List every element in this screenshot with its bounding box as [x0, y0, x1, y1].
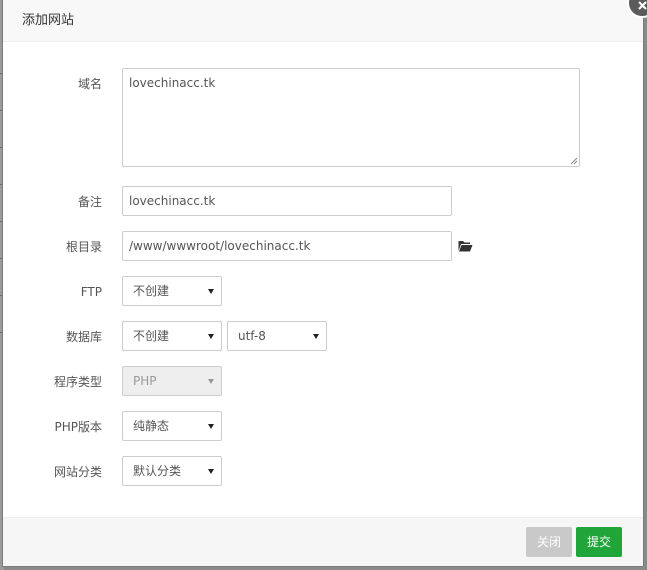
database-label: 数据库: [65, 330, 102, 344]
chevron-down-icon: [208, 424, 214, 429]
program-type-label: 程序类型: [53, 375, 102, 389]
site-category-select[interactable]: 默认分类: [122, 456, 222, 486]
add-site-dialog: 添加网站 域名 lovechinacc.tk 备注 lovechinacc.tk…: [3, 0, 647, 566]
program-type-selected: PHP: [133, 374, 157, 388]
root-dir-input[interactable]: /www/wwwroot/lovechinacc.tk: [122, 231, 452, 261]
root-dir-label: 根目录: [65, 240, 102, 254]
php-version-selected: 纯静态: [133, 419, 170, 433]
chevron-down-icon: [208, 469, 214, 474]
ftp-selected: 不创建: [133, 284, 170, 298]
folder-open-icon[interactable]: [458, 240, 473, 252]
submit-button[interactable]: 提交: [576, 527, 622, 557]
domain-label: 域名: [77, 77, 102, 91]
php-version-select[interactable]: 纯静态: [122, 411, 222, 441]
remark-input[interactable]: lovechinacc.tk: [122, 186, 452, 216]
chevron-down-icon: [208, 289, 214, 294]
ftp-label: FTP: [80, 285, 102, 299]
site-category-label: 网站分类: [53, 465, 102, 479]
program-type-select: PHP: [122, 366, 222, 396]
domain-textarea[interactable]: lovechinacc.tk: [122, 68, 580, 167]
charset-selected: utf-8: [238, 329, 266, 343]
root-dir-value: /www/wwwroot/lovechinacc.tk: [129, 239, 311, 253]
database-selected: 不创建: [133, 329, 170, 343]
remark-label: 备注: [77, 195, 102, 209]
resize-handle-icon[interactable]: [570, 157, 578, 165]
dialog-header: 添加网站: [3, 0, 643, 42]
close-button[interactable]: 关闭: [526, 527, 572, 557]
charset-select[interactable]: utf-8: [227, 321, 327, 351]
php-version-label: PHP版本: [54, 420, 103, 434]
dialog-footer: 关闭 提交: [3, 517, 643, 566]
chevron-down-icon: [208, 334, 214, 339]
chevron-down-icon: [208, 379, 214, 384]
site-category-selected: 默认分类: [133, 464, 182, 478]
ftp-select[interactable]: 不创建: [122, 276, 222, 306]
domain-value: lovechinacc.tk: [129, 76, 216, 90]
dialog-title: 添加网站: [22, 13, 75, 28]
remark-value: lovechinacc.tk: [129, 194, 216, 208]
database-select[interactable]: 不创建: [122, 321, 222, 351]
chevron-down-icon: [313, 334, 319, 339]
